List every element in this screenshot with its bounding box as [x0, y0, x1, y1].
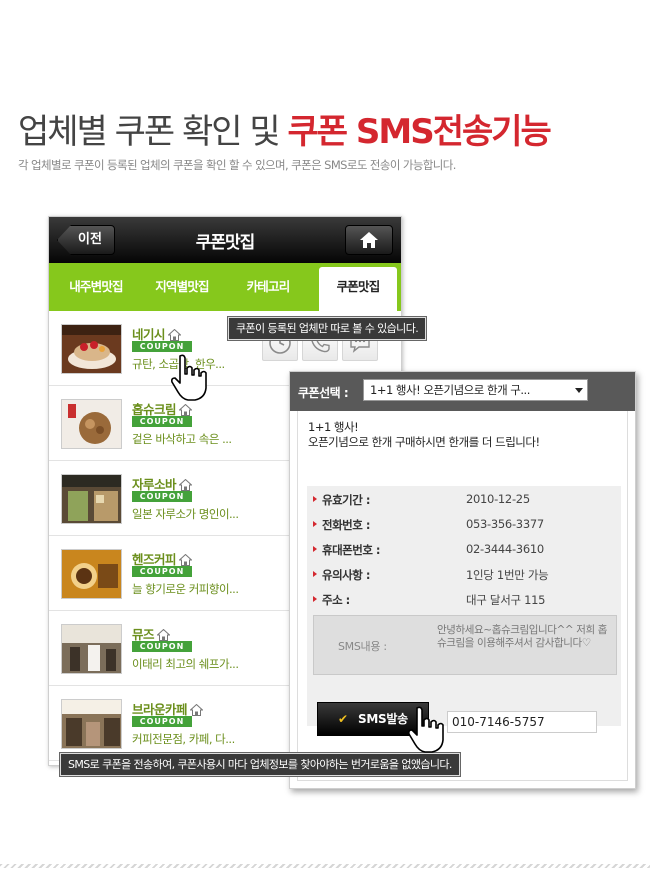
- coupon-info-box: 유효기간 :2010-12-25 전화번호 :053-356-3377 휴대폰번…: [307, 486, 621, 726]
- restaurant-description: 이태리 최고의 쉐프가...: [132, 657, 239, 671]
- sms-content-label: SMS내용 :: [338, 640, 387, 653]
- restaurant-description: 겉은 바삭하고 속은 ...: [132, 432, 232, 446]
- app-titlebar: 이전 쿠폰맛집: [49, 217, 401, 263]
- coupon-select[interactable]: 1+1 행사! 오픈기념으로 한개 구...: [363, 379, 588, 401]
- sms-content-text: 안녕하세요~홉슈크림입니다^^ 저희 홉슈크림을 이용해주셔서 감사합니다♡: [437, 624, 607, 649]
- hand-cursor-icon: [408, 706, 444, 753]
- page-headline: 업체별 쿠폰 확인 및 쿠폰 SMS전송기능: [18, 104, 552, 153]
- coupon-badge: COUPON: [132, 491, 192, 502]
- coupon-detail-panel: 쿠폰선택 : 1+1 행사! 오픈기념으로 한개 구... 1+1 행사! 오픈…: [289, 371, 636, 789]
- restaurant-thumbnail: [61, 324, 122, 374]
- coupon-filter-tooltip: 쿠폰이 등록된 업체만 따로 볼 수 있습니다.: [226, 316, 428, 341]
- restaurant-thumbnail: [61, 399, 122, 449]
- sms-content-box: SMS내용 : 안녕하세요~홉슈크림입니다^^ 저희 홉슈크림을 이용해주셔서 …: [313, 615, 617, 675]
- coupon-badge: COUPON: [132, 416, 192, 427]
- coupon-select-label: 쿠폰선택 :: [298, 386, 349, 400]
- bullet-icon: [313, 596, 317, 602]
- phone-number-input[interactable]: 010-7146-5757: [447, 711, 597, 733]
- tab-coupon[interactable]: 쿠폰맛집: [319, 267, 397, 311]
- check-icon: ✔: [338, 712, 348, 726]
- coupon-promo-text: 1+1 행사! 오픈기념으로 한개 구매하시면 한개를 더 드립니다!: [308, 420, 540, 450]
- house-icon: [168, 329, 182, 341]
- coupon-select-bar: 쿠폰선택 : 1+1 행사! 오픈기념으로 한개 구...: [290, 372, 635, 411]
- promo-line-1: 1+1 행사!: [308, 420, 359, 434]
- restaurant-thumbnail: [61, 549, 122, 599]
- bullet-icon: [313, 521, 317, 527]
- category-tabs: 내주변맛집 지역별맛집 카테고리 쿠폰맛집: [49, 263, 401, 311]
- tab-category[interactable]: 카테고리: [227, 263, 309, 311]
- home-button[interactable]: [345, 225, 393, 255]
- bottom-divider: [0, 864, 650, 868]
- restaurant-description: 커피전문점, 카페, 다...: [132, 732, 235, 746]
- coupon-detail-body: 1+1 행사! 오픈기념으로 한개 구매하시면 한개를 더 드립니다! 유효기간…: [297, 411, 628, 781]
- tab-region[interactable]: 지역별맛집: [141, 263, 223, 311]
- house-icon: [179, 554, 193, 566]
- coupon-badge: COUPON: [132, 566, 192, 577]
- bullet-icon: [313, 546, 317, 552]
- promo-line-2: 오픈기념으로 한개 구매하시면 한개를 더 드립니다!: [308, 435, 540, 449]
- bullet-icon: [313, 496, 317, 502]
- coupon-badge: COUPON: [132, 341, 192, 352]
- page-subtitle: 각 업체별로 쿠폰이 등록된 업체의 쿠폰을 확인 할 수 있으며, 쿠폰은 S…: [18, 158, 456, 172]
- restaurant-thumbnail: [61, 624, 122, 674]
- house-icon: [190, 704, 204, 716]
- house-icon: [179, 479, 193, 491]
- restaurant-description: 늘 향기로운 커피향이...: [132, 582, 239, 596]
- coupon-badge: COUPON: [132, 716, 192, 727]
- headline-main: 업체별 쿠폰 확인 및: [18, 112, 288, 152]
- house-icon: [179, 404, 193, 416]
- sms-feature-tooltip: SMS로 쿠폰을 전송하여, 쿠폰사용시 마다 업체정보를 찾아야하는 번거로움…: [59, 752, 461, 777]
- coupon-badge: COUPON: [132, 641, 192, 652]
- house-icon: [157, 629, 171, 641]
- bullet-icon: [313, 571, 317, 577]
- tab-nearby[interactable]: 내주변맛집: [55, 263, 137, 311]
- home-icon: [360, 232, 378, 248]
- restaurant-thumbnail: [61, 474, 122, 524]
- chevron-down-icon: [575, 388, 583, 393]
- hand-cursor-icon: [171, 354, 207, 401]
- headline-accent: 쿠폰 SMS전송기능: [287, 112, 551, 152]
- restaurant-thumbnail: [61, 699, 122, 749]
- restaurant-description: 일본 자루소가 명인이...: [132, 507, 239, 521]
